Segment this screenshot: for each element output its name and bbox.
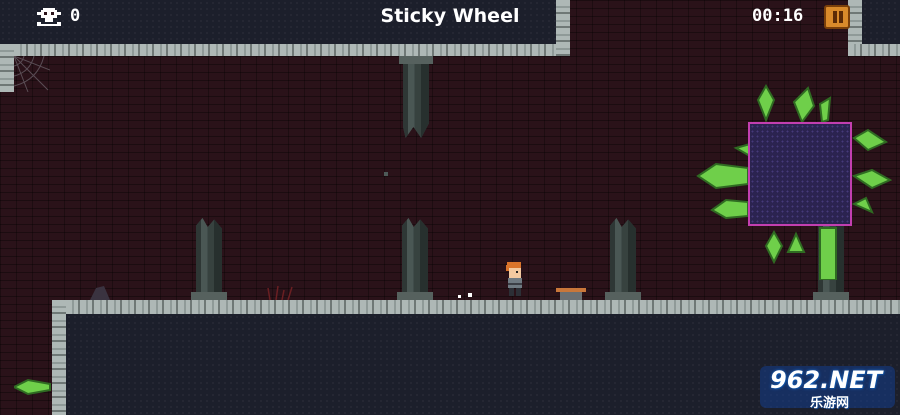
ceiling-border-left-drop [0, 44, 14, 92]
hanging-pillar-cap [399, 56, 433, 64]
rock-debris [90, 286, 110, 300]
ruined-pillar-2 [402, 218, 428, 294]
ruined-pillar-1 [196, 218, 222, 294]
floor-border-left [52, 300, 66, 415]
pause-icon-bar [839, 11, 843, 23]
player-character [506, 262, 522, 296]
floating-dust [384, 172, 388, 176]
hanging-pillar [403, 64, 429, 138]
cobweb-decoration [14, 56, 50, 92]
floor-border-top [52, 300, 900, 314]
watermark-text: 962.NET [770, 366, 883, 394]
floor-crystal [14, 378, 51, 396]
dust-particles [458, 293, 472, 298]
crystal-block [748, 122, 852, 226]
ruined-pillar-3-base [605, 292, 641, 300]
game-stage: 0 Sticky Wheel 00:16 962.NET 乐游网 [0, 0, 900, 415]
ruined-pillar-2-base [397, 292, 433, 300]
watermark-subtext: 乐游网 [810, 396, 850, 411]
ceiling-border-bottom [0, 44, 570, 56]
dead-bush [267, 285, 293, 300]
ruined-pillar-4-base [813, 292, 849, 300]
level-timer: 00:16 [752, 6, 804, 26]
spring-pad [556, 288, 586, 300]
ruined-pillar-3 [610, 218, 636, 294]
pause-button[interactable] [824, 5, 850, 29]
ruined-pillar-1-base [191, 292, 227, 300]
ceiling-right-border-bottom [848, 44, 900, 56]
pause-icon [833, 11, 837, 23]
